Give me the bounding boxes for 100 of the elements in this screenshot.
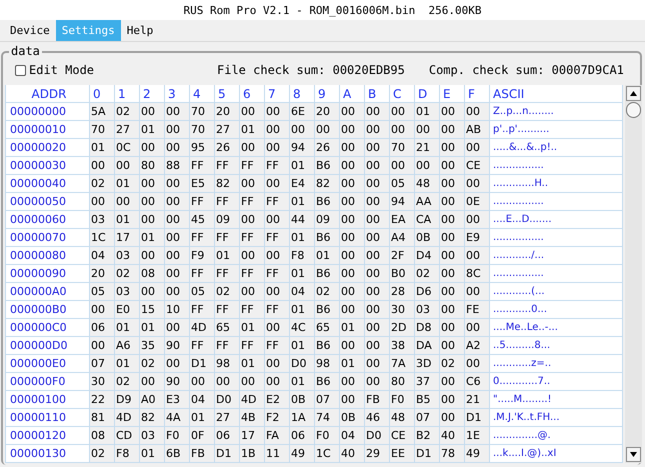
hex-cell: 04 <box>340 427 365 445</box>
hex-cell: 00 <box>340 139 365 157</box>
hex-cell: 02 <box>90 445 115 463</box>
hex-cell: 00 <box>465 247 490 265</box>
hex-cell: 00 <box>340 265 365 283</box>
scroll-up-icon[interactable] <box>626 86 641 101</box>
hex-cell: FF <box>190 193 215 211</box>
hex-cell: 05 <box>390 175 415 193</box>
hex-cell: 00 <box>265 355 290 373</box>
hex-cell: 01 <box>140 121 165 139</box>
hex-cell: D0 <box>215 391 240 409</box>
hex-cell: 06 <box>215 427 240 445</box>
hex-cell: 00 <box>140 193 165 211</box>
hex-cell: FB <box>365 391 390 409</box>
hex-cell: 00 <box>90 337 115 355</box>
scroll-thumb[interactable] <box>626 102 641 118</box>
hex-cell: 20 <box>215 103 240 121</box>
hex-cell: D6 <box>415 283 440 301</box>
hex-cell: FF <box>190 229 215 247</box>
hex-cell: 00 <box>340 121 365 139</box>
hex-cell: 00 <box>265 373 290 391</box>
hex-cell: 00 <box>465 139 490 157</box>
hex-cell: 00 <box>440 175 465 193</box>
hex-cell: 01 <box>290 265 315 283</box>
hex-cell: A4 <box>390 229 415 247</box>
hex-cell: FA <box>265 427 290 445</box>
hex-cell: 00 <box>340 211 365 229</box>
hex-cell: 00 <box>90 157 115 175</box>
hex-cell: E5 <box>190 175 215 193</box>
hex-cell: 00 <box>340 157 365 175</box>
hex-cell: 00 <box>165 247 190 265</box>
hex-cell: E0 <box>115 301 140 319</box>
hex-cell: 80 <box>140 157 165 175</box>
hex-cell: F0 <box>165 427 190 445</box>
hex-cell: 40 <box>340 445 365 463</box>
hex-cell: 00 <box>165 211 190 229</box>
hex-cell: 7A <box>390 355 415 373</box>
hex-cell: B6 <box>315 193 340 211</box>
hex-cell: 03 <box>115 247 140 265</box>
file-checksum-text: File check sum: 00020EDB95 <box>217 63 405 77</box>
hex-cell: CE <box>465 157 490 175</box>
hex-cell: 00 <box>240 283 265 301</box>
hex-cell: 30 <box>390 301 415 319</box>
hex-cell: FF <box>265 157 290 175</box>
hex-cell: 0E <box>465 193 490 211</box>
hex-cell: FF <box>215 157 240 175</box>
hex-cell: 3D <box>415 355 440 373</box>
hex-cell: 00 <box>240 373 265 391</box>
hex-cell: FF <box>215 301 240 319</box>
hex-cell: 48 <box>415 175 440 193</box>
hex-cell: B6 <box>315 229 340 247</box>
hex-cell: FF <box>265 301 290 319</box>
hex-cell: 00 <box>240 139 265 157</box>
hex-cell: 4D <box>240 391 265 409</box>
column-header: ASCII <box>490 85 623 103</box>
hex-cell: 00 <box>140 211 165 229</box>
ascii-cell: ................ <box>490 265 623 283</box>
hex-cell: 01 <box>140 319 165 337</box>
hex-cell: 01 <box>140 229 165 247</box>
hex-cell: 17 <box>115 229 140 247</box>
scroll-down-icon[interactable] <box>626 447 641 462</box>
hex-cell: 01 <box>115 211 140 229</box>
hex-cell: 00 <box>140 283 165 301</box>
hex-cell: 81 <box>90 409 115 427</box>
scrollbar[interactable] <box>625 85 642 463</box>
hex-cell: 00 <box>440 193 465 211</box>
hex-cell: 70 <box>190 121 215 139</box>
hex-cell: 00 <box>465 211 490 229</box>
hex-cell: D4 <box>415 247 440 265</box>
hex-cell: 07 <box>90 355 115 373</box>
hex-cell: 00 <box>365 157 390 175</box>
hex-cell: B0 <box>390 265 415 283</box>
ascii-cell: ..5.........8... <box>490 337 623 355</box>
hex-cell: 80 <box>390 373 415 391</box>
hex-cell: 00 <box>265 211 290 229</box>
hex-cell: 6E <box>290 103 315 121</box>
comp-checksum-text: Comp. check sum: 00007D9CA1 <box>428 63 624 77</box>
hex-cell: FF <box>240 157 265 175</box>
hex-cell: 0B <box>340 409 365 427</box>
hex-cell: F8 <box>290 247 315 265</box>
hex-cell: 00 <box>165 121 190 139</box>
window-title: RUS Rom Pro V2.1 - ROM_0016006M.bin 256.00KB <box>183 4 482 16</box>
hex-cell: 00 <box>390 157 415 175</box>
hex-cell: 02 <box>415 265 440 283</box>
hex-cell: 00 <box>165 283 190 301</box>
checkbox-icon[interactable] <box>15 64 26 76</box>
hex-cell: 1A <box>290 409 315 427</box>
hex-cell: 00 <box>165 319 190 337</box>
hex-cell: 09 <box>215 211 240 229</box>
hex-cell: 0F <box>190 427 215 445</box>
edit-mode-checkbox[interactable]: Edit Mode <box>15 63 205 77</box>
hex-cell: 00 <box>365 373 390 391</box>
hex-cell: FF <box>240 193 265 211</box>
menu-item[interactable]: Help <box>120 20 160 41</box>
ascii-cell: .M.J.'K..t.FH... <box>490 409 623 427</box>
ascii-cell: ............/... <box>490 247 623 265</box>
hex-cell: 20 <box>90 265 115 283</box>
menu-item[interactable]: Device <box>4 20 56 41</box>
hex-cell: 74 <box>315 409 340 427</box>
hex-cell: 04 <box>90 247 115 265</box>
